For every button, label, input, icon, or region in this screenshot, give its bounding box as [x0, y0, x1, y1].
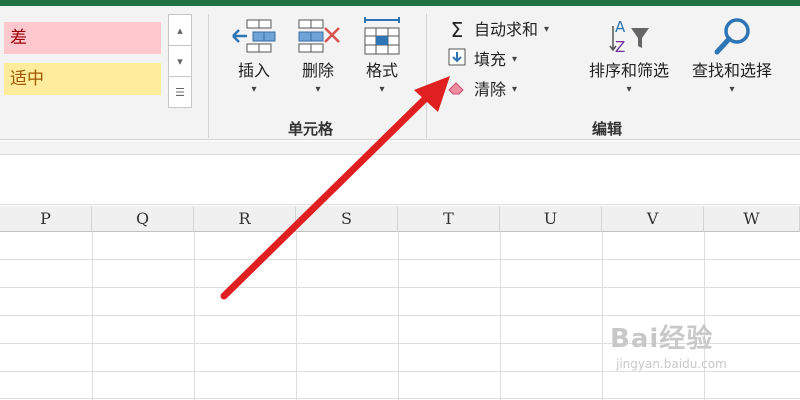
- column-header-u[interactable]: U: [500, 206, 602, 232]
- chevron-down-icon: ▾: [379, 84, 385, 95]
- fill-down-icon: [446, 48, 468, 73]
- cell-style-bad[interactable]: 差: [4, 22, 161, 54]
- chevron-down-icon: ▾: [729, 84, 735, 95]
- insert-cells-icon: [232, 19, 276, 53]
- insert-button[interactable]: 插入 ▾: [226, 16, 282, 112]
- autosum-label: 自动求和: [474, 20, 539, 39]
- sort-filter-button[interactable]: A Z 排序和筛选 ▾: [580, 16, 678, 96]
- delete-button[interactable]: 删除 ▾: [290, 16, 346, 112]
- find-select-button[interactable]: 查找和选择 ▾: [682, 16, 782, 96]
- grid-row-line: [0, 398, 800, 399]
- magnifier-icon: [714, 18, 750, 55]
- delete-label: 删除: [301, 61, 334, 80]
- autosum-button[interactable]: Σ 自动求和 ▾: [446, 18, 549, 42]
- column-header-q[interactable]: Q: [92, 206, 194, 232]
- grid-column-line: [92, 232, 93, 400]
- group-separator: [426, 14, 427, 138]
- chevron-down-icon[interactable]: ▾: [544, 18, 549, 42]
- find-select-label: 查找和选择: [691, 61, 772, 80]
- grid-column-line: [500, 232, 501, 400]
- chevron-down-icon: ▾: [251, 84, 257, 95]
- format-cells-icon: [364, 17, 400, 55]
- column-header-s[interactable]: S: [296, 206, 398, 232]
- format-button[interactable]: 格式 ▾: [354, 16, 410, 112]
- ribbon: 差 适中 ▴ ▾ ☰ 插入 ▾ 删除 ▾ 格式 ▾ 单元格 Σ 自动求和 ▾ 填…: [0, 6, 800, 140]
- grid-row-line: [0, 259, 800, 260]
- gallery-more-icon[interactable]: ☰: [169, 77, 191, 108]
- editing-group-label: 编辑: [592, 120, 623, 138]
- chevron-down-icon[interactable]: ▾: [512, 78, 517, 102]
- watermark-main-text: Bai经验: [610, 324, 714, 354]
- sort-filter-icon: A Z: [609, 18, 649, 56]
- gallery-scroll-down-icon[interactable]: ▾: [169, 46, 191, 77]
- svg-text:A: A: [615, 18, 626, 36]
- grid-row-line: [0, 287, 800, 288]
- cells-group-label: 单元格: [288, 120, 334, 138]
- fill-button[interactable]: 填充 ▾: [446, 48, 517, 72]
- grid-column-line: [194, 232, 195, 400]
- grid-column-line: [398, 232, 399, 400]
- grid-column-line: [602, 232, 603, 400]
- column-header-v[interactable]: V: [602, 206, 704, 232]
- clear-button[interactable]: 清除 ▾: [446, 78, 517, 102]
- sigma-icon: Σ: [450, 18, 464, 42]
- fill-label: 填充: [474, 50, 507, 69]
- grid-column-line: [296, 232, 297, 400]
- cell-style-neutral[interactable]: 适中: [4, 63, 161, 95]
- eraser-icon: [446, 78, 468, 102]
- delete-cells-icon: [298, 19, 340, 53]
- column-header-r[interactable]: R: [194, 206, 296, 232]
- baidu-jingyan-watermark: Bai经验 jingyan.baidu.com: [610, 318, 790, 388]
- format-label: 格式: [365, 61, 398, 80]
- clear-label: 清除: [474, 80, 507, 99]
- watermark-sub-text: jingyan.baidu.com: [616, 357, 727, 371]
- svg-text:Z: Z: [615, 38, 625, 56]
- sort-filter-label: 排序和筛选: [588, 61, 669, 80]
- group-separator: [208, 14, 209, 138]
- grid-row-line: [0, 315, 800, 316]
- column-header-p[interactable]: P: [0, 206, 92, 232]
- column-header-t[interactable]: T: [398, 206, 500, 232]
- ribbon-collapse-strip: [0, 141, 800, 155]
- chevron-down-icon: ▾: [315, 84, 321, 95]
- styles-gallery-scroll: ▴ ▾ ☰: [168, 14, 192, 108]
- column-header-w[interactable]: W: [704, 206, 800, 232]
- chevron-down-icon[interactable]: ▾: [512, 48, 517, 72]
- insert-label: 插入: [237, 61, 270, 80]
- chevron-down-icon: ▾: [626, 84, 632, 95]
- gallery-scroll-up-icon[interactable]: ▴: [169, 15, 191, 46]
